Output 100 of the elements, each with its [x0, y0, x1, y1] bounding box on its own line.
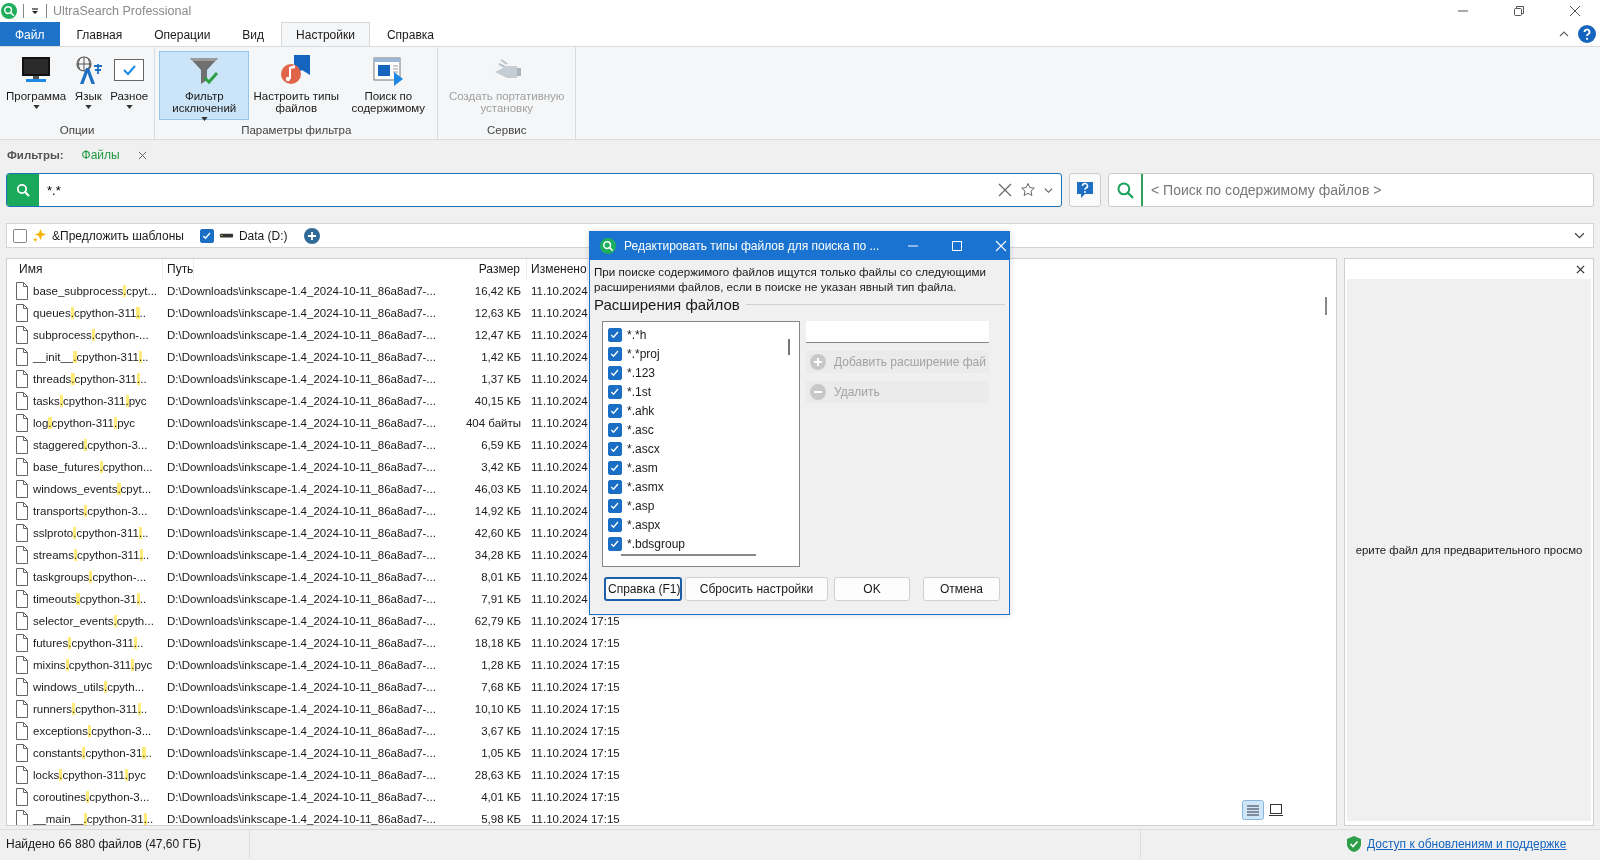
checkbox[interactable]	[608, 479, 622, 494]
search-input[interactable]: *.*	[39, 181, 998, 199]
file-size: 1,05 КБ	[480, 747, 522, 759]
file-name: selector_events.cpyth...	[33, 615, 154, 627]
scrollbar[interactable]	[621, 554, 756, 556]
add-location-icon[interactable]	[303, 227, 320, 244]
file-icon	[14, 634, 28, 652]
checkbox[interactable]	[608, 460, 622, 475]
dialog-description: При поиске содержимого файлов ищутся только файлы со следующими расширениями файлов, если в поиске не указан явный тип файла.	[594, 264, 987, 294]
file-name: windows_events.cpyt...	[33, 483, 152, 495]
file-name: exceptions.cpython-3...	[33, 725, 152, 737]
checkbox[interactable]	[608, 536, 622, 551]
extension-field[interactable]	[806, 321, 989, 343]
checkbox[interactable]	[608, 327, 622, 342]
file-icon	[14, 282, 28, 300]
file-name: queues.cpython-311...	[33, 307, 146, 319]
file-icon	[14, 304, 28, 322]
checkbox[interactable]	[199, 228, 214, 243]
file-size: 14,92 КБ	[473, 505, 522, 517]
file-size: 46,03 КБ	[473, 483, 522, 495]
file-name: transports.cpython-3...	[33, 505, 148, 517]
cancel-button[interactable]: Отмена	[923, 577, 1000, 601]
ribbon-button[interactable]: Настроить типы файлов	[251, 51, 342, 120]
ok-button[interactable]: OK	[834, 577, 910, 601]
file-date: 11.10.2024	[530, 351, 588, 363]
file-size: 40,15 КБ	[473, 395, 522, 407]
content-search-field[interactable]: < Поиск по содержимому файлов >	[1108, 173, 1594, 207]
checkbox[interactable]	[608, 422, 622, 437]
file-date: 11.10.2024	[530, 549, 588, 561]
restore-icon[interactable]	[1513, 5, 1525, 17]
file-size: 7,68 КБ	[480, 681, 522, 693]
ribbon-button[interactable]: Программа	[4, 51, 69, 120]
checkbox[interactable]	[608, 441, 622, 456]
file-icon	[14, 370, 28, 388]
star-icon[interactable]	[1020, 182, 1036, 198]
column-header[interactable]: Изменено	[527, 259, 588, 280]
file-size: 12,47 КБ	[473, 329, 522, 341]
column-header[interactable]: Размер	[445, 259, 527, 280]
column-header[interactable]: Путь	[163, 259, 195, 280]
ribbon-button[interactable]: Фильтр исключений	[159, 51, 250, 120]
extension-label: *.asmx	[627, 479, 664, 494]
checkbox[interactable]	[13, 228, 27, 243]
chevron-down-icon[interactable]	[1574, 230, 1585, 241]
extension-label: *.123	[627, 365, 656, 380]
checkbox[interactable]	[608, 346, 622, 361]
file-name: log.cpython-311.pyc	[33, 417, 136, 429]
file-date: 11.10.2024 17:15	[530, 659, 620, 671]
close-icon[interactable]	[1576, 264, 1585, 274]
file-size: 62,79 КБ	[473, 615, 522, 627]
file-date: 11.10.2024 17:15	[530, 769, 620, 781]
file-path: D:\Downloads\inkscape-1.4_2024-10-11_86a8ad7-...	[166, 593, 436, 605]
file-size: 12,63 КБ	[473, 307, 522, 319]
maximize-icon[interactable]	[951, 240, 964, 252]
caret-icon	[84, 105, 92, 109]
ribbon-button[interactable]: Поиск по содержимому	[343, 51, 434, 120]
file-path: D:\Downloads\inkscape-1.4_2024-10-11_86a8ad7-...	[166, 483, 436, 495]
file-date: 11.10.2024 17:15	[530, 791, 620, 803]
file-path: D:\Downloads\inkscape-1.4_2024-10-11_86a8ad7-...	[166, 725, 436, 737]
help-bubble-icon[interactable]	[1076, 181, 1094, 199]
ribbon-tab[interactable]: Настройки	[281, 22, 370, 46]
clear-icon[interactable]	[998, 183, 1012, 197]
search-icon[interactable]	[1116, 181, 1134, 199]
file-path: D:\Downloads\inkscape-1.4_2024-10-11_86a8ad7-...	[166, 615, 436, 627]
file-icon	[14, 480, 28, 498]
file-size: 16,42 КБ	[473, 285, 522, 297]
search-field[interactable]: *.*	[6, 173, 1062, 207]
file-name: threads.cpython-311...	[33, 373, 147, 385]
caret-icon	[32, 105, 40, 109]
checkbox[interactable]	[608, 517, 622, 532]
dropdown-icon[interactable]	[30, 6, 40, 16]
chevron-down-icon[interactable]	[1044, 185, 1053, 195]
file-icon	[14, 722, 28, 740]
ribbon-button[interactable]: Язык	[70, 51, 107, 120]
sparkle-icon	[32, 228, 47, 243]
checkbox[interactable]	[608, 365, 622, 380]
ribbon-tab[interactable]: Операции	[139, 22, 226, 46]
checkbox[interactable]	[608, 498, 622, 513]
checkbox[interactable]	[608, 384, 622, 399]
ribbon-tab[interactable]: Справка	[371, 22, 449, 46]
ribbon-button[interactable]: Разное	[108, 51, 151, 120]
file-date: 11.10.2024 17:15	[530, 703, 620, 715]
column-header[interactable]: Имя	[7, 259, 163, 280]
ribbon-tab[interactable]: Вид	[227, 22, 280, 46]
close-icon[interactable]	[1569, 5, 1581, 17]
scrollbar[interactable]	[788, 339, 790, 355]
help-icon[interactable]	[1578, 25, 1596, 43]
help-button[interactable]: Справка (F1)	[604, 577, 682, 601]
ribbon-tab[interactable]: Главная	[61, 22, 138, 46]
reset-button[interactable]: Сбросить настройки	[685, 577, 828, 601]
file-path: D:\Downloads\inkscape-1.4_2024-10-11_86a8ad7-...	[166, 307, 436, 319]
support-link[interactable]: Доступ к обновлениям и поддержке	[1367, 837, 1567, 851]
plus-icon	[810, 354, 826, 370]
file-date: 11.10.2024	[530, 527, 588, 539]
preview-view-icon[interactable]	[1268, 802, 1284, 818]
file-date: 11.10.2024	[530, 483, 588, 495]
checkbox[interactable]	[608, 403, 622, 418]
search-icon[interactable]	[15, 182, 31, 198]
file-menu-tab[interactable]: Файл	[0, 22, 60, 46]
scrollbar[interactable]	[1325, 297, 1327, 315]
minus-icon	[810, 384, 826, 400]
